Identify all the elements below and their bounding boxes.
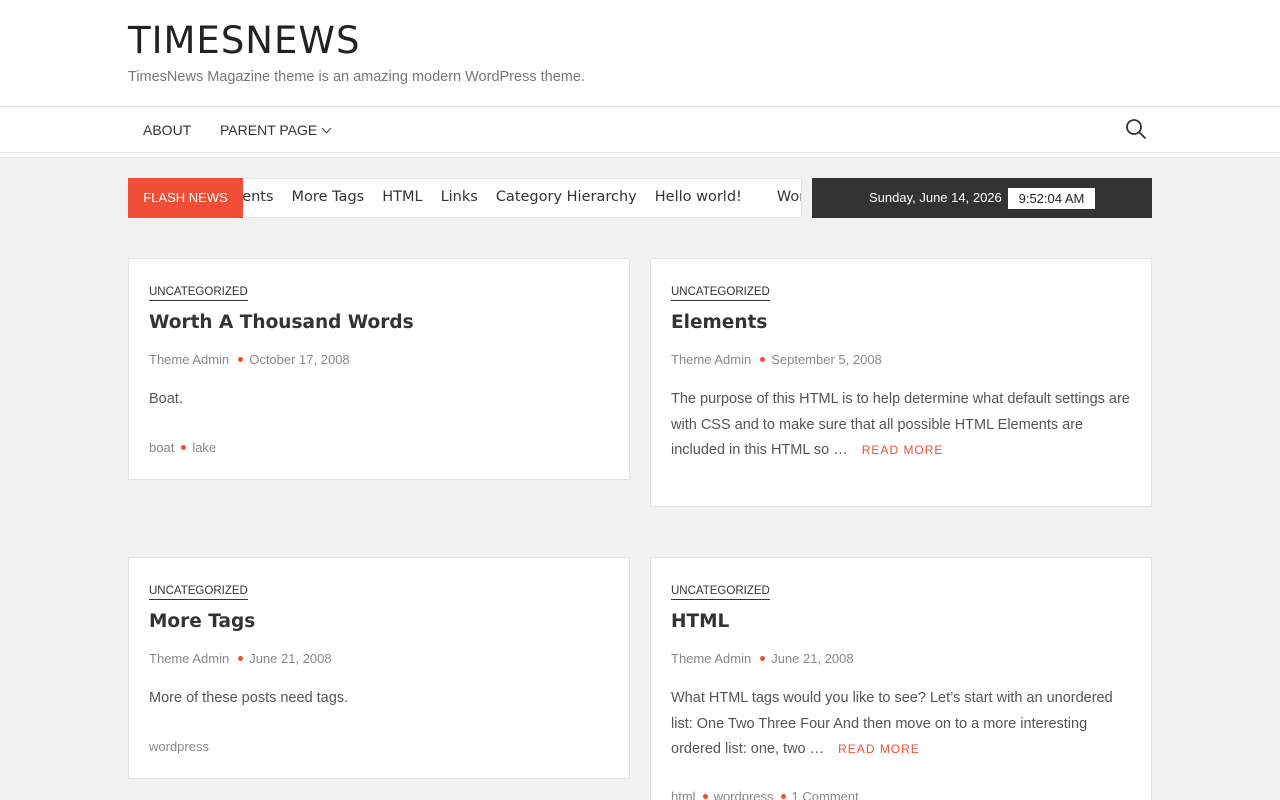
main-navigation: About Parent Page (0, 106, 1280, 153)
post-title[interactable]: HTML (671, 610, 729, 634)
site-header: TIMESNEWS TimesNews Magazine theme is an… (0, 0, 1280, 106)
separator-dot (238, 357, 244, 363)
ticker-item[interactable]: Wor (777, 179, 801, 215)
separator-dot (702, 794, 708, 800)
ticker-item[interactable]: Links (441, 179, 478, 215)
post-author[interactable]: Theme Admin (671, 651, 751, 666)
tag-link[interactable]: wordpress (714, 789, 774, 800)
post-category[interactable]: Uncategorized (149, 584, 248, 600)
date-time-bar: Sunday, June 14, 2026 9:52:04 AM (812, 178, 1152, 218)
post-card: Uncategorized Elements Theme Admin Septem… (650, 258, 1152, 507)
ticker-track: nents More Tags HTML Links Category Hierarch… (233, 179, 801, 217)
post-title[interactable]: More Tags (149, 610, 255, 634)
nav-divider (0, 153, 1280, 158)
chevron-down-icon[interactable] (321, 123, 332, 134)
search-icon[interactable] (1125, 118, 1147, 140)
flash-news-label: FLASH NEWS (128, 178, 243, 218)
post-author[interactable]: Theme Admin (149, 651, 229, 666)
tag-link[interactable]: boat (149, 440, 174, 455)
ticker-item[interactable]: HTML (382, 179, 422, 215)
post-meta: Theme Admin June 21, 2008 (671, 651, 854, 667)
comments-link[interactable]: 1 Comment (792, 789, 859, 800)
separator-dot (238, 656, 244, 662)
site-title[interactable]: TIMESNEWS (128, 20, 360, 62)
tag-link[interactable]: lake (192, 440, 216, 455)
post-title[interactable]: Elements (671, 311, 767, 335)
post-excerpt: What HTML tags would you like to see? Le… (671, 686, 1133, 763)
post-tags: boat lake (149, 440, 216, 456)
ticker-item[interactable]: Hello world! (655, 179, 742, 215)
post-excerpt: More of these posts need tags. (149, 686, 611, 712)
site-description: TimesNews Magazine theme is an amazing m… (128, 69, 585, 85)
ticker-item[interactable]: Category Hierarchy (496, 179, 637, 215)
read-more-link[interactable]: READ MORE (862, 443, 944, 457)
separator-dot (760, 656, 766, 662)
post-card: Uncategorized More Tags Theme Admin June … (128, 557, 630, 779)
post-excerpt: The purpose of this HTML is to help dete… (671, 387, 1133, 464)
post-category[interactable]: Uncategorized (671, 285, 770, 301)
current-date: Sunday, June 14, 2026 (869, 190, 1002, 205)
post-tags: wordpress (149, 739, 209, 755)
nav-item-parent-page[interactable]: Parent Page (220, 121, 317, 139)
tag-link[interactable]: html (671, 789, 696, 800)
nav-item-about[interactable]: About (143, 121, 191, 139)
tag-link[interactable]: wordpress (149, 739, 209, 754)
post-meta: Theme Admin June 21, 2008 (149, 651, 332, 667)
post-category[interactable]: Uncategorized (671, 584, 770, 600)
post-meta: Theme Admin September 5, 2008 (671, 352, 882, 368)
post-date[interactable]: June 21, 2008 (249, 651, 331, 666)
separator-dot (181, 445, 187, 451)
post-card: Uncategorized Worth A Thousand Words The… (128, 258, 630, 480)
read-more-link[interactable]: READ MORE (838, 742, 920, 756)
post-date[interactable]: October 17, 2008 (249, 352, 349, 367)
post-date[interactable]: June 21, 2008 (771, 651, 853, 666)
post-excerpt-text: Boat. (149, 391, 183, 407)
post-title[interactable]: Worth A Thousand Words (149, 311, 414, 335)
post-category[interactable]: Uncategorized (149, 285, 248, 301)
separator-dot (780, 794, 786, 800)
post-meta: Theme Admin October 17, 2008 (149, 352, 350, 368)
post-tags: html wordpress 1 Comment (671, 789, 859, 800)
ticker-item[interactable]: More Tags (292, 179, 365, 215)
post-excerpt-text: More of these posts need tags. (149, 690, 349, 706)
separator-dot (760, 357, 766, 363)
post-date[interactable]: September 5, 2008 (771, 352, 882, 367)
current-time: 9:52:04 AM (1008, 188, 1095, 209)
post-author[interactable]: Theme Admin (149, 352, 229, 367)
post-excerpt: Boat. (149, 387, 611, 413)
post-author[interactable]: Theme Admin (671, 352, 751, 367)
post-card: Uncategorized HTML Theme Admin June 21, 2… (650, 557, 1152, 800)
